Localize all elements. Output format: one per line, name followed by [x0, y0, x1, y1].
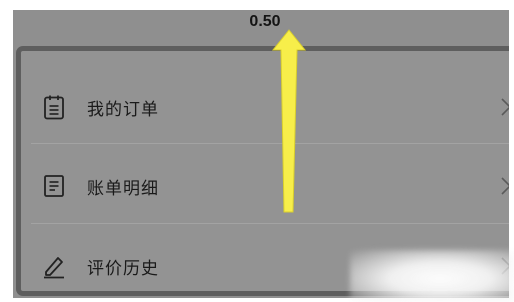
divider: [31, 223, 509, 224]
chevron-right-icon: [501, 98, 509, 116]
document-icon: [44, 175, 64, 197]
menu-item-label: 评价历史: [87, 258, 159, 279]
menu-item-label: 账单明细: [87, 178, 159, 199]
chevron-right-icon: [501, 177, 509, 195]
clipboard-icon: [44, 95, 64, 120]
balance-value[interactable]: 0.50: [17, 13, 509, 31]
menu-item-my-orders[interactable]: 我的订单: [21, 72, 509, 142]
menu-item-bill-details[interactable]: 账单明细: [21, 151, 509, 221]
divider: [31, 143, 509, 144]
menu-item-label: 我的订单: [87, 99, 159, 120]
blurred-watermark: [350, 250, 514, 302]
pencil-icon: [44, 257, 64, 279]
